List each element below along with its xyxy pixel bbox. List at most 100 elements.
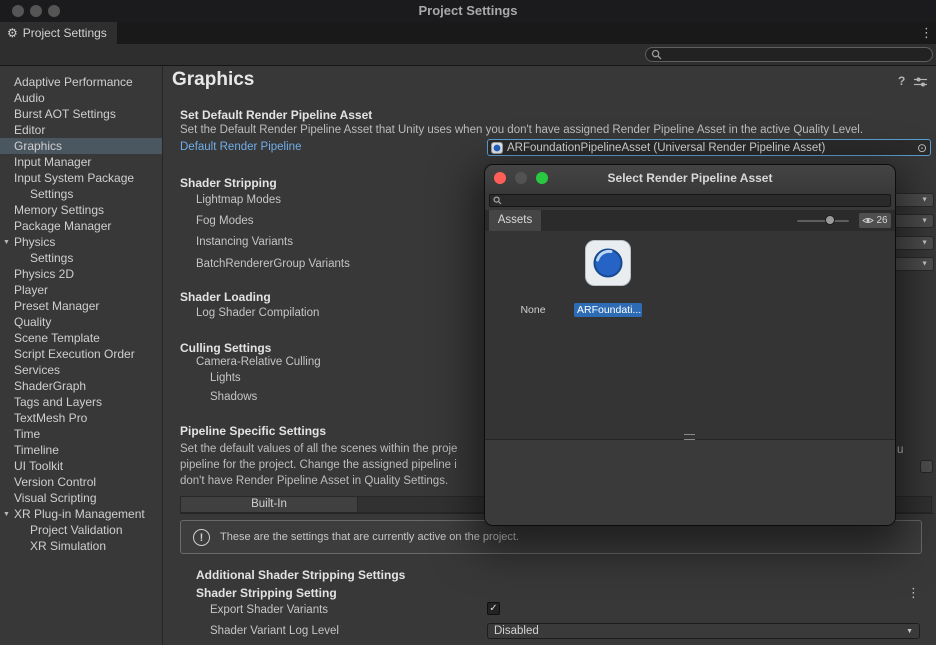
sidebar-item-burst-aot-settings[interactable]: Burst AOT Settings <box>0 106 162 122</box>
chevron-down-icon: ▼ <box>921 197 928 204</box>
sidebar-item-editor[interactable]: Editor <box>0 122 162 138</box>
sidebar-item-visual-scripting[interactable]: Visual Scripting <box>0 490 162 506</box>
icon-size-slider-track <box>797 220 849 222</box>
sidebar-item-physics-settings[interactable]: Settings <box>0 250 162 266</box>
settings-sidebar: Adaptive Performance Audio Burst AOT Set… <box>0 66 163 645</box>
default-render-pipeline-object-field[interactable]: ARFoundationPipelineAsset (Universal Ren… <box>487 139 931 156</box>
settings-search-input[interactable] <box>666 48 927 62</box>
lightmap-modes-label: Lightmap Modes <box>196 194 281 206</box>
tab-label: Project Settings <box>23 26 107 40</box>
tab-built-in[interactable]: Built-In <box>180 496 358 513</box>
sidebar-item-tags-and-layers[interactable]: Tags and Layers <box>0 394 162 410</box>
check-icon: ✓ <box>489 603 497 614</box>
export-shader-variants-checkbox[interactable]: ✓ <box>487 602 500 615</box>
picker-search-field[interactable] <box>489 194 891 207</box>
icon-size-slider-thumb[interactable] <box>825 215 835 225</box>
sidebar-item-version-control[interactable]: Version Control <box>0 474 162 490</box>
section-title-default-pipeline: Set Default Render Pipeline Asset <box>180 108 372 122</box>
eye-icon <box>862 216 874 225</box>
sidebar-item-script-execution-order[interactable]: Script Execution Order <box>0 346 162 362</box>
chevron-down-icon: ▼ <box>906 628 913 635</box>
culling-lights-label: Lights <box>210 372 241 384</box>
sidebar-item-package-manager[interactable]: Package Manager <box>0 218 162 234</box>
asset-grid: None ARFoundati... <box>485 231 895 439</box>
sidebar-item-preset-manager[interactable]: Preset Manager <box>0 298 162 314</box>
details-resize-handle[interactable] <box>684 434 695 440</box>
section-title-shader-stripping: Shader Stripping <box>180 176 277 190</box>
pipeline-specific-description-line2: pipeline for the project. Change the ass… <box>180 459 457 471</box>
sidebar-item-physics[interactable]: ▼ Physics <box>0 234 162 250</box>
object-picker-icon[interactable]: ⊙ <box>917 142 927 154</box>
picker-search-input[interactable] <box>505 194 887 207</box>
chevron-down-icon: ▼ <box>921 218 928 225</box>
tab-project-settings[interactable]: ⚙ Project Settings <box>0 22 117 44</box>
chevron-down-icon: ▼ <box>921 240 928 247</box>
sidebar-item-graphics[interactable]: Graphics <box>0 138 162 154</box>
help-icon[interactable]: ? <box>898 74 905 88</box>
batchrenderergroup-variants-label: BatchRendererGroup Variants <box>196 258 350 270</box>
search-icon <box>493 196 502 205</box>
asset-item-none[interactable]: None <box>499 239 567 317</box>
settings-search-field[interactable] <box>645 47 933 62</box>
asset-label-selected: ARFoundati... <box>574 303 642 317</box>
page-title: Graphics <box>172 69 254 91</box>
section-title-pipeline-specific: Pipeline Specific Settings <box>180 424 326 438</box>
culling-shadows-label: Shadows <box>210 391 257 403</box>
sidebar-item-quality[interactable]: Quality <box>0 314 162 330</box>
preset-sliders-icon[interactable] <box>914 76 927 91</box>
tab-options-kebab-icon[interactable]: ⋮ <box>920 25 933 41</box>
sidebar-item-player[interactable]: Player <box>0 282 162 298</box>
sidebar-item-input-system-package[interactable]: Input System Package <box>0 170 162 186</box>
sidebar-item-input-system-package-settings[interactable]: Settings <box>0 186 162 202</box>
export-shader-variants-label: Export Shader Variants <box>210 604 328 616</box>
sidebar-item-physics-2d[interactable]: Physics 2D <box>0 266 162 282</box>
select-render-pipeline-asset-window: Select Render Pipeline Asset Assets 26 N… <box>484 164 896 526</box>
chevron-down-icon: ▼ <box>921 261 928 268</box>
sidebar-item-input-manager[interactable]: Input Manager <box>0 154 162 170</box>
tab-assets[interactable]: Assets <box>489 210 541 231</box>
search-icon <box>651 49 662 60</box>
visible-count: 26 <box>876 215 887 226</box>
camera-relative-culling-label: Camera-Relative Culling <box>196 356 321 368</box>
picker-search-row <box>485 191 895 211</box>
fog-modes-label: Fog Modes <box>196 215 254 227</box>
sidebar-item-scene-template[interactable]: Scene Template <box>0 330 162 346</box>
visible-count-toggle[interactable]: 26 <box>859 213 891 228</box>
foldout-caret-icon[interactable]: ▼ <box>3 235 10 250</box>
foldout-caret-icon[interactable]: ▼ <box>3 507 10 522</box>
sidebar-item-textmesh-pro[interactable]: TextMesh Pro <box>0 410 162 426</box>
info-icon: ! <box>193 529 210 546</box>
shader-variant-log-level-label: Shader Variant Log Level <box>210 625 339 637</box>
default-render-pipeline-label: Default Render Pipeline <box>180 141 301 153</box>
pipeline-specific-description-line3: don't have Render Pipeline Asset in Qual… <box>180 475 448 487</box>
window-titlebar: Project Settings <box>0 0 936 22</box>
instancing-variants-label: Instancing Variants <box>196 236 293 248</box>
sidebar-item-project-validation[interactable]: Project Validation <box>0 522 162 538</box>
gear-icon: ⚙ <box>7 26 18 40</box>
dropdown-value: Disabled <box>494 625 539 637</box>
shader-variant-log-level-dropdown[interactable]: Disabled ▼ <box>487 623 920 639</box>
sidebar-item-audio[interactable]: Audio <box>0 90 162 106</box>
sidebar-item-memory-settings[interactable]: Memory Settings <box>0 202 162 218</box>
sidebar-item-label: XR Plug-in Management <box>14 507 145 521</box>
urp-asset-mini-icon <box>491 142 503 154</box>
kebab-menu-icon[interactable]: ⋮ <box>907 585 920 601</box>
asset-item-arfoundation-pipeline[interactable]: ARFoundati... <box>574 239 642 320</box>
section-title-additional-shader-stripping: Additional Shader Stripping Settings <box>196 568 405 582</box>
sidebar-item-adaptive-performance[interactable]: Adaptive Performance <box>0 74 162 90</box>
sidebar-item-xr-simulation[interactable]: XR Simulation <box>0 538 162 554</box>
pipeline-specific-description-line1: Set the default values of all the scenes… <box>180 443 457 455</box>
tab-strip: ⚙ Project Settings ⋮ <box>0 22 936 44</box>
ui-fragment <box>920 460 933 473</box>
window-title: Project Settings <box>0 0 936 22</box>
sidebar-item-time[interactable]: Time <box>0 426 162 442</box>
object-field-value: ARFoundationPipelineAsset (Universal Ren… <box>507 142 913 154</box>
sidebar-item-services[interactable]: Services <box>0 362 162 378</box>
sidebar-item-ui-toolkit[interactable]: UI Toolkit <box>0 458 162 474</box>
sidebar-item-shadergraph[interactable]: ShaderGraph <box>0 378 162 394</box>
sidebar-item-xr-plugin-management[interactable]: ▼ XR Plug-in Management <box>0 506 162 522</box>
none-asset-icon <box>509 239 557 287</box>
sidebar-item-timeline[interactable]: Timeline <box>0 442 162 458</box>
log-shader-compilation-label: Log Shader Compilation <box>196 307 319 319</box>
section-title-shader-loading: Shader Loading <box>180 290 271 304</box>
